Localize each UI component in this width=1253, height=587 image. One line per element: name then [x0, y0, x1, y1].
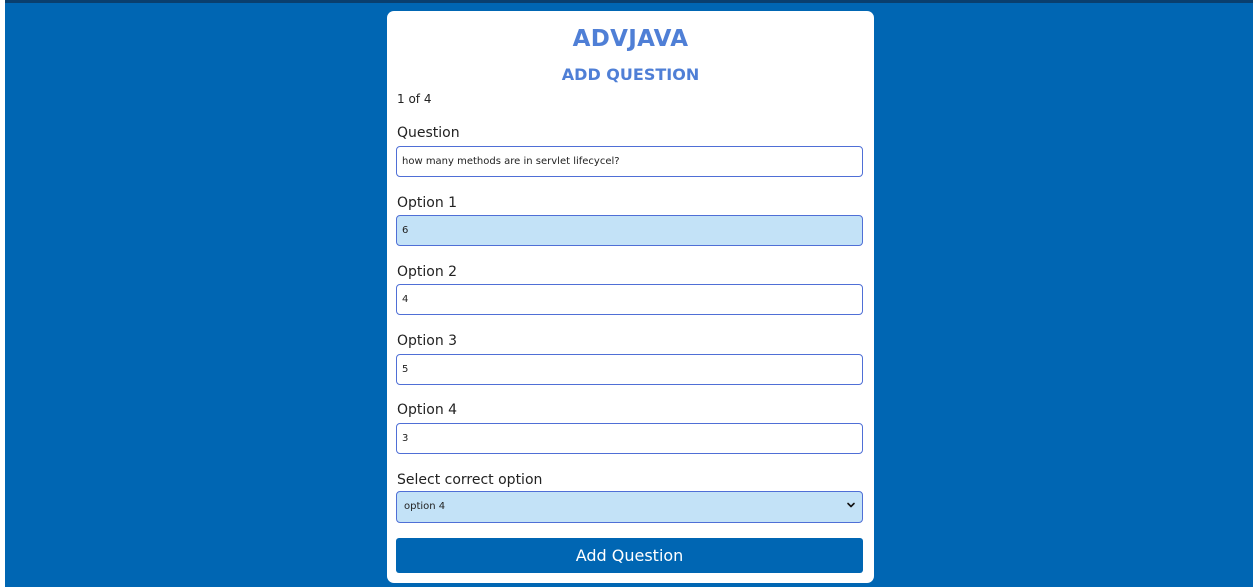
page-top-border — [0, 0, 1253, 3]
option3-label: Option 3 — [397, 333, 458, 349]
option4-input[interactable] — [396, 423, 863, 454]
option2-input[interactable] — [396, 284, 863, 315]
question-input[interactable] — [396, 146, 863, 177]
correct-option-select[interactable]: option 4 — [396, 491, 863, 523]
option1-label: Option 1 — [397, 195, 458, 211]
question-counter: 1 of 4 — [397, 92, 432, 106]
page-left-border — [0, 0, 5, 587]
question-label: Question — [397, 125, 460, 141]
add-question-button[interactable]: Add Question — [396, 538, 863, 573]
app-title: ADVJAVA — [572, 26, 689, 52]
page-heading: ADD QUESTION — [561, 65, 700, 84]
option1-input[interactable] — [396, 215, 863, 246]
option4-label: Option 4 — [397, 402, 458, 418]
option2-label: Option 2 — [397, 264, 458, 280]
option3-input[interactable] — [396, 354, 863, 385]
chevron-down-icon — [847, 502, 855, 508]
correct-option-value: option 4 — [404, 501, 446, 512]
add-question-card: ADVJAVA ADD QUESTION 1 of 4 Question Opt… — [387, 11, 874, 583]
correct-option-label: Select correct option — [397, 472, 543, 488]
